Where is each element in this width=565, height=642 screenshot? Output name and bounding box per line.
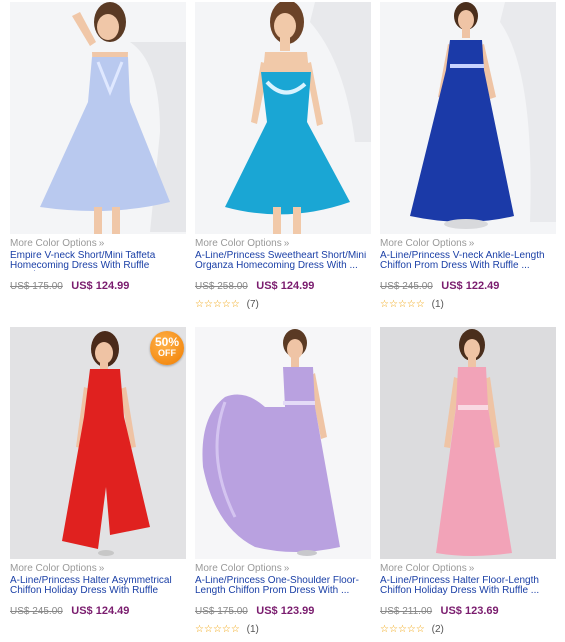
price-row: US$ 245.00 US$ 122.49 — [380, 279, 556, 292]
product-name-link[interactable]: A-Line/Princess One-Shoulder Floor-Lengt… — [195, 576, 371, 596]
sale-price: US$ 123.99 — [256, 605, 315, 617]
product-name-link[interactable]: A-Line/Princess Halter Asymmetrical Chif… — [10, 576, 186, 596]
more-color-options-link[interactable]: More Color Options» — [195, 238, 371, 250]
discount-percent: 50% — [154, 335, 180, 349]
product-name-link[interactable]: A-Line/Princess V-neck Ankle-Length Chif… — [380, 251, 556, 271]
sale-price: US$ 122.49 — [441, 280, 500, 292]
star-icon: ☆ — [380, 624, 389, 635]
discount-badge: 50% OFF — [150, 331, 184, 365]
product-photo[interactable] — [195, 2, 371, 234]
product-card[interactable]: More Color Options» A-Line/Princess Halt… — [380, 327, 556, 635]
star-icon: ☆ — [406, 624, 416, 635]
star-icon: ☆ — [397, 299, 407, 310]
review-count[interactable]: (2) — [432, 624, 444, 635]
sale-price: US$ 124.99 — [256, 280, 315, 292]
star-rating[interactable]: ☆☆☆☆☆ (1) — [380, 299, 556, 310]
product-photo[interactable] — [380, 2, 556, 234]
chevron-right-icon: » — [98, 563, 105, 574]
star-icon: ☆ — [195, 299, 204, 310]
star-rating[interactable]: ☆☆☆☆☆ (1) — [195, 624, 371, 635]
review-count[interactable]: (1) — [432, 299, 444, 310]
discount-off-label: OFF — [158, 348, 176, 358]
more-color-options-link[interactable]: More Color Options» — [380, 238, 556, 250]
sale-price: US$ 123.69 — [440, 605, 499, 617]
chevron-right-icon: » — [468, 563, 475, 574]
product-card[interactable]: More Color Options» A-Line/Princess One-… — [195, 327, 371, 635]
product-name-link[interactable]: Empire V-neck Short/Mini Taffeta Homecom… — [10, 251, 186, 271]
original-price: US$ 175.00 — [195, 606, 248, 617]
star-icon: ☆ — [230, 624, 240, 635]
star-icon: ☆ — [380, 299, 389, 310]
product-photo[interactable] — [10, 2, 186, 234]
original-price: US$ 211.00 — [380, 606, 433, 617]
more-color-options-link[interactable]: More Color Options» — [10, 238, 186, 250]
more-color-options-label[interactable]: More Color Options — [10, 563, 97, 574]
product-photo[interactable]: 50% OFF — [10, 327, 186, 559]
star-icon: ☆ — [221, 299, 231, 310]
star-rating[interactable]: ☆☆☆☆☆ (7) — [195, 299, 371, 310]
product-name-link[interactable]: A-Line/Princess Sweetheart Short/Mini Or… — [195, 251, 371, 271]
chevron-right-icon: » — [283, 238, 290, 249]
original-price: US$ 175.00 — [10, 281, 63, 292]
more-color-options-label[interactable]: More Color Options — [195, 238, 282, 249]
review-count[interactable]: (7) — [247, 299, 259, 310]
product-photo[interactable] — [380, 327, 556, 559]
star-icon: ☆ — [212, 624, 222, 635]
star-icon: ☆ — [221, 624, 231, 635]
original-price: US$ 258.00 — [195, 281, 248, 292]
more-color-options-label[interactable]: More Color Options — [380, 563, 467, 574]
sale-price: US$ 124.99 — [71, 280, 130, 292]
chevron-right-icon: » — [98, 238, 105, 249]
price-row: US$ 245.00 US$ 124.49 — [10, 604, 186, 617]
star-icon: ☆ — [230, 299, 240, 310]
more-color-options-label[interactable]: More Color Options — [380, 238, 467, 249]
product-card[interactable]: More Color Options» Empire V-neck Short/… — [10, 2, 186, 292]
star-rating[interactable]: ☆☆☆☆☆ (2) — [380, 624, 556, 635]
chevron-right-icon: » — [468, 238, 475, 249]
more-color-options-link[interactable]: More Color Options» — [380, 563, 556, 575]
product-grid: More Color Options» Empire V-neck Short/… — [0, 0, 565, 642]
star-icon: ☆ — [406, 299, 416, 310]
price-row: US$ 175.00 US$ 123.99 — [195, 604, 371, 617]
more-color-options-link[interactable]: More Color Options» — [10, 563, 186, 575]
more-color-options-label[interactable]: More Color Options — [195, 563, 282, 574]
product-card[interactable]: 50% OFF More Color Options» A-Line/Princ… — [10, 327, 186, 617]
star-icon: ☆ — [388, 299, 398, 310]
star-icon: ☆ — [203, 624, 213, 635]
product-card[interactable]: More Color Options» A-Line/Princess V-ne… — [380, 2, 556, 310]
sale-price: US$ 124.49 — [71, 605, 130, 617]
original-price: US$ 245.00 — [380, 281, 433, 292]
star-icon: ☆ — [203, 299, 213, 310]
star-icon: ☆ — [415, 624, 425, 635]
original-price: US$ 245.00 — [10, 606, 63, 617]
price-row: US$ 211.00 US$ 123.69 — [380, 604, 556, 617]
star-icon: ☆ — [415, 299, 425, 310]
star-icon: ☆ — [397, 624, 407, 635]
star-icon: ☆ — [388, 624, 398, 635]
more-color-options-link[interactable]: More Color Options» — [195, 563, 371, 575]
product-card[interactable]: More Color Options» A-Line/Princess Swee… — [195, 2, 371, 310]
more-color-options-label[interactable]: More Color Options — [10, 238, 97, 249]
chevron-right-icon: » — [283, 563, 290, 574]
star-icon: ☆ — [195, 624, 204, 635]
star-icon: ☆ — [212, 299, 222, 310]
price-row: US$ 175.00 US$ 124.99 — [10, 279, 186, 292]
price-row: US$ 258.00 US$ 124.99 — [195, 279, 371, 292]
product-photo[interactable] — [195, 327, 371, 559]
product-name-link[interactable]: A-Line/Princess Halter Floor-Length Chif… — [380, 576, 556, 596]
review-count[interactable]: (1) — [247, 624, 259, 635]
